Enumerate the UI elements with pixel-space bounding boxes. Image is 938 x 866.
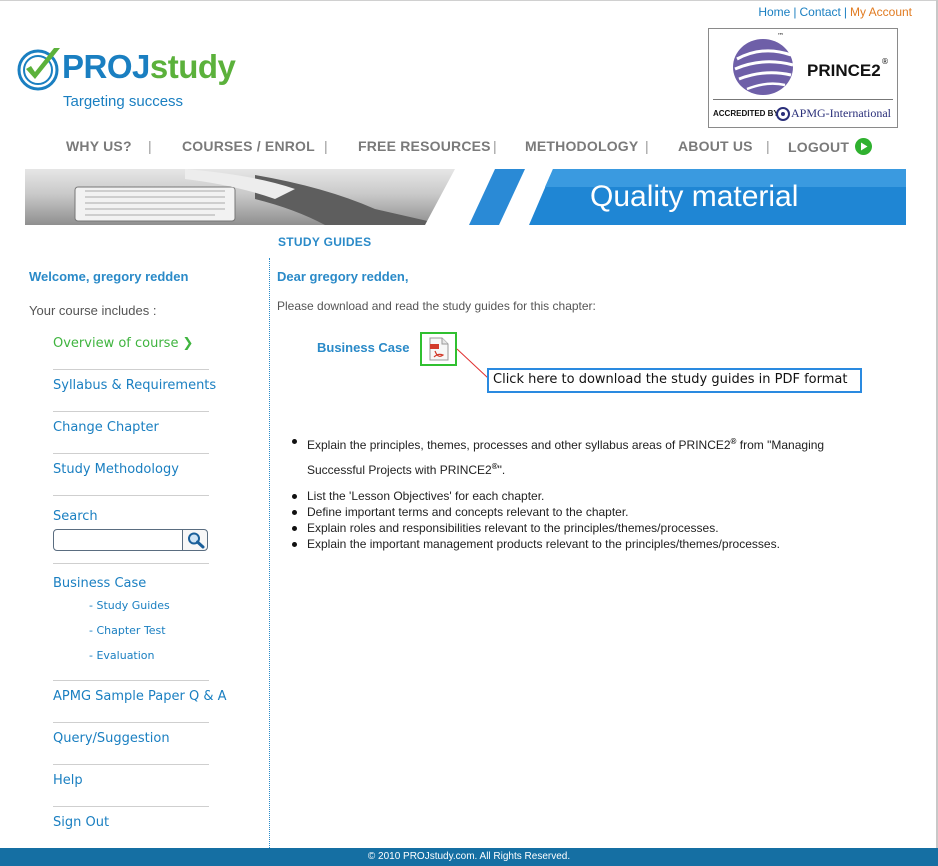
sidebar-subitem-chapter-test[interactable]: - Chapter Test bbox=[89, 624, 166, 637]
course-includes-label: Your course includes : bbox=[29, 303, 157, 318]
sidebar-subitem-evaluation[interactable]: - Evaluation bbox=[89, 649, 155, 662]
hero-banner: Quality material bbox=[25, 169, 906, 225]
sidebar-divider bbox=[53, 806, 209, 807]
sidebar: Welcome, gregory redden Your course incl… bbox=[0, 260, 269, 850]
sidebar-divider bbox=[53, 453, 209, 454]
top-border bbox=[0, 0, 938, 1]
checkmark-logo-icon bbox=[17, 48, 60, 91]
nav-separator: | bbox=[324, 138, 328, 154]
download-item-label: Business Case bbox=[317, 340, 410, 355]
my-account-link[interactable]: My Account bbox=[850, 5, 912, 19]
top-link-separator: | bbox=[843, 5, 847, 19]
home-link[interactable]: Home bbox=[758, 5, 790, 19]
greeting: Dear gregory redden, bbox=[277, 269, 409, 284]
sidebar-subitem-study-guides[interactable]: - Study Guides bbox=[89, 599, 170, 612]
sidebar-item-help[interactable]: Help bbox=[53, 773, 83, 788]
sidebar-divider bbox=[53, 495, 209, 496]
play-arrow-icon bbox=[855, 138, 873, 155]
logo-tagline: Targeting success bbox=[63, 93, 184, 110]
badge-divider bbox=[713, 99, 893, 100]
top-link-separator: | bbox=[793, 5, 797, 19]
accredited-by-label: ACCREDITED BY bbox=[713, 109, 779, 118]
search-button[interactable] bbox=[182, 529, 208, 551]
intro-text: Please download and read the study guide… bbox=[277, 299, 596, 313]
sidebar-item-label: Overview of course bbox=[53, 336, 179, 351]
pdf-download-button[interactable] bbox=[420, 332, 457, 366]
sidebar-divider bbox=[53, 411, 209, 412]
nav-methodology[interactable]: METHODOLOGY bbox=[525, 138, 638, 154]
nav-separator: | bbox=[148, 138, 152, 154]
sidebar-chapter-business-case[interactable]: Business Case bbox=[53, 576, 146, 591]
sidebar-divider bbox=[53, 563, 209, 564]
banner-book-illustration bbox=[74, 169, 445, 225]
search-icon bbox=[188, 532, 205, 549]
nav-free-resources[interactable]: FREE RESOURCES bbox=[358, 138, 491, 154]
sidebar-item-sign-out[interactable]: Sign Out bbox=[53, 815, 109, 830]
projstudy-logo[interactable]: PROJstudy Targeting success bbox=[16, 44, 266, 114]
top-links: Home | Contact | My Account bbox=[758, 5, 912, 19]
contact-link[interactable]: Contact bbox=[799, 5, 840, 19]
apmg-icon bbox=[776, 107, 790, 121]
list-item: Explain the important management product… bbox=[290, 534, 870, 555]
prince2-swirl-icon bbox=[733, 39, 794, 95]
sidebar-item-overview[interactable]: Overview of course ❯ bbox=[53, 336, 193, 351]
nav-logout[interactable]: LOGOUT bbox=[788, 138, 873, 155]
nav-why-us[interactable]: WHY US? bbox=[66, 138, 132, 154]
sidebar-divider bbox=[53, 722, 209, 723]
welcome-message: Welcome, gregory redden bbox=[29, 269, 189, 284]
footer-copyright: © 2010 PROJstudy.com. All Rights Reserve… bbox=[0, 848, 938, 866]
trademark-mark: ™ bbox=[777, 32, 784, 40]
sidebar-item-change-chapter[interactable]: Change Chapter bbox=[53, 420, 159, 435]
nav-courses-enrol[interactable]: COURSES / ENROL bbox=[182, 138, 315, 154]
nav-separator: | bbox=[645, 138, 649, 154]
nav-separator: | bbox=[766, 138, 770, 154]
sidebar-item-study-methodology[interactable]: Study Methodology bbox=[53, 462, 179, 477]
prince2-wordmark: PRINCE2 bbox=[807, 61, 881, 80]
nav-logout-label: LOGOUT bbox=[788, 139, 850, 155]
chapter-objectives-list: Explain the principles, themes, processe… bbox=[290, 431, 870, 566]
search-input[interactable] bbox=[53, 529, 183, 551]
nav-separator: | bbox=[493, 138, 497, 154]
page-title: STUDY GUIDES bbox=[278, 235, 372, 249]
pdf-file-icon bbox=[429, 337, 449, 361]
chevron-right-icon: ❯ bbox=[182, 336, 194, 351]
download-callout: Click here to download the study guides … bbox=[487, 368, 862, 393]
search-label: Search bbox=[53, 509, 98, 524]
banner-headline: Quality material bbox=[590, 180, 799, 213]
sidebar-item-apmg-sample-paper[interactable]: APMG Sample Paper Q & A bbox=[53, 689, 227, 704]
registered-mark: ® bbox=[881, 57, 889, 66]
sidebar-divider bbox=[53, 680, 209, 681]
nav-about-us[interactable]: ABOUT US bbox=[678, 138, 753, 154]
sidebar-divider bbox=[53, 764, 209, 765]
sidebar-item-syllabus[interactable]: Syllabus & Requirements bbox=[53, 378, 216, 393]
sidebar-divider bbox=[53, 369, 209, 370]
sidebar-content-divider bbox=[269, 258, 270, 848]
apmg-international-label: APMG-International bbox=[791, 106, 891, 120]
prince2-accreditation-badge: ™ PRINCE2 ® ACCREDITED BY APMG-Internati… bbox=[708, 28, 898, 128]
list-item: Explain the principles, themes, processe… bbox=[290, 431, 870, 481]
sidebar-item-query-suggestion[interactable]: Query/Suggestion bbox=[53, 731, 170, 746]
main-nav: WHY US? | COURSES / ENROL | FREE RESOURC… bbox=[0, 138, 938, 155]
logo-wordmark: PROJstudy bbox=[62, 48, 236, 85]
